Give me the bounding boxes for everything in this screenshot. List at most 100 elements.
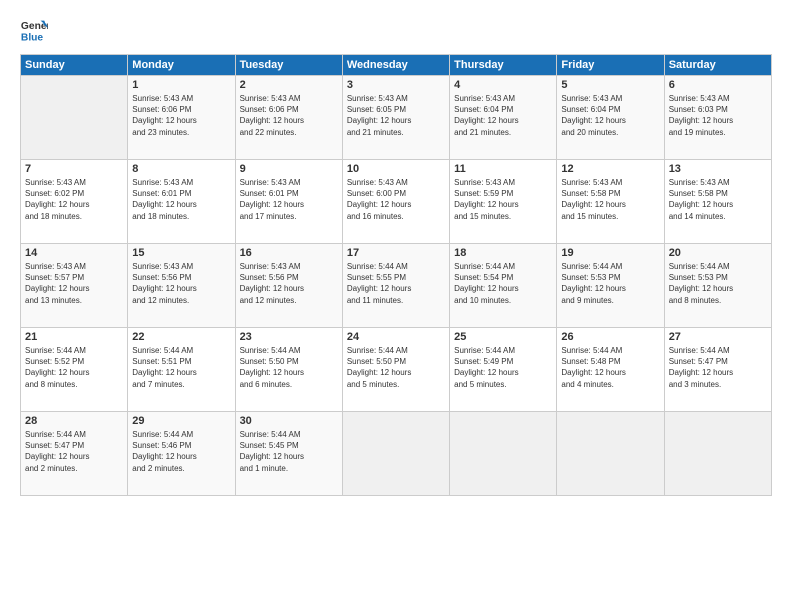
day-cell: 17 Sunrise: 5:44 AM Sunset: 5:55 PM Dayli… (342, 244, 449, 328)
day-cell (342, 412, 449, 496)
day-number: 12 (561, 163, 659, 175)
day-info: Sunrise: 5:44 AM Sunset: 5:47 PM Dayligh… (25, 429, 123, 474)
day-cell: 23Sunrise: 5:44 AM Sunset: 5:50 PM Dayli… (235, 328, 342, 412)
day-info: Sunrise: 5:44 AM Sunset: 5:45 PM Dayligh… (240, 429, 338, 474)
day-cell: 6 Sunrise: 5:43 AM Sunset: 6:03 PM Daylig… (664, 76, 771, 160)
day-number: 17 (347, 247, 445, 259)
day-cell: 2Sunrise: 5:43 AM Sunset: 6:06 PM Daylig… (235, 76, 342, 160)
day-cell: 18Sunrise: 5:44 AM Sunset: 5:54 PM Dayli… (450, 244, 557, 328)
day-number: 26 (561, 331, 659, 343)
logo: General Blue (20, 16, 50, 44)
day-cell: 19 Sunrise: 5:44 AM Sunset: 5:53 PM Dayli… (557, 244, 664, 328)
day-cell (664, 412, 771, 496)
day-info: Sunrise: 5:43 AM Sunset: 6:06 PM Dayligh… (132, 93, 230, 138)
day-number: 13 (669, 163, 767, 175)
day-info: Sunrise: 5:44 AM Sunset: 5:53 PM Dayligh… (669, 261, 767, 306)
day-cell: 30 Sunrise: 5:44 AM Sunset: 5:45 PM Dayli… (235, 412, 342, 496)
day-number: 21 (25, 331, 123, 343)
day-number: 14 (25, 247, 123, 259)
week-row-5: 28 Sunrise: 5:44 AM Sunset: 5:47 PM Dayli… (21, 412, 772, 496)
day-info: Sunrise: 5:44 AM Sunset: 5:48 PM Dayligh… (561, 345, 659, 390)
day-cell: 12 Sunrise: 5:43 AM Sunset: 5:58 PM Dayli… (557, 160, 664, 244)
day-info: Sunrise: 5:44 AM Sunset: 5:51 PM Dayligh… (132, 345, 230, 390)
day-cell: 1 Sunrise: 5:43 AM Sunset: 6:06 PM Daylig… (128, 76, 235, 160)
day-cell: 8 Sunrise: 5:43 AM Sunset: 6:01 PM Daylig… (128, 160, 235, 244)
day-number: 1 (132, 79, 230, 91)
page: General Blue SundayMondayTuesdayWednesda… (0, 0, 792, 612)
day-number: 3 (347, 79, 445, 91)
day-info: Sunrise: 5:43 AM Sunset: 6:03 PM Dayligh… (669, 93, 767, 138)
day-info: Sunrise: 5:44 AM Sunset: 5:49 PM Dayligh… (454, 345, 552, 390)
day-number: 7 (25, 163, 123, 175)
day-number: 19 (561, 247, 659, 259)
day-number: 4 (454, 79, 552, 91)
week-row-2: 7 Sunrise: 5:43 AM Sunset: 6:02 PM Daylig… (21, 160, 772, 244)
day-info: Sunrise: 5:43 AM Sunset: 6:01 PM Dayligh… (132, 177, 230, 222)
day-cell: 4 Sunrise: 5:43 AM Sunset: 6:04 PM Daylig… (450, 76, 557, 160)
header-row: SundayMondayTuesdayWednesdayThursdayFrid… (21, 55, 772, 76)
header-cell-wednesday: Wednesday (342, 55, 449, 76)
day-cell: 14 Sunrise: 5:43 AM Sunset: 5:57 PM Dayli… (21, 244, 128, 328)
header: General Blue (20, 16, 772, 44)
calendar-table: SundayMondayTuesdayWednesdayThursdayFrid… (20, 54, 772, 496)
day-cell: 27Sunrise: 5:44 AM Sunset: 5:47 PM Dayli… (664, 328, 771, 412)
logo-icon: General Blue (20, 16, 48, 44)
day-info: Sunrise: 5:43 AM Sunset: 5:58 PM Dayligh… (561, 177, 659, 222)
day-cell: 29 Sunrise: 5:44 AM Sunset: 5:46 PM Dayli… (128, 412, 235, 496)
day-info: Sunrise: 5:44 AM Sunset: 5:47 PM Dayligh… (669, 345, 767, 390)
header-cell-sunday: Sunday (21, 55, 128, 76)
day-info: Sunrise: 5:44 AM Sunset: 5:46 PM Dayligh… (132, 429, 230, 474)
week-row-3: 14 Sunrise: 5:43 AM Sunset: 5:57 PM Dayli… (21, 244, 772, 328)
day-cell: 24 Sunrise: 5:44 AM Sunset: 5:50 PM Dayli… (342, 328, 449, 412)
day-info: Sunrise: 5:43 AM Sunset: 6:04 PM Dayligh… (454, 93, 552, 138)
day-cell: 28 Sunrise: 5:44 AM Sunset: 5:47 PM Dayli… (21, 412, 128, 496)
day-number: 25 (454, 331, 552, 343)
day-info: Sunrise: 5:43 AM Sunset: 6:06 PM Dayligh… (240, 93, 338, 138)
day-info: Sunrise: 5:43 AM Sunset: 6:04 PM Dayligh… (561, 93, 659, 138)
day-cell: 10Sunrise: 5:43 AM Sunset: 6:00 PM Dayli… (342, 160, 449, 244)
day-info: Sunrise: 5:43 AM Sunset: 5:57 PM Dayligh… (25, 261, 123, 306)
day-info: Sunrise: 5:43 AM Sunset: 5:58 PM Dayligh… (669, 177, 767, 222)
day-info: Sunrise: 5:43 AM Sunset: 6:00 PM Dayligh… (347, 177, 445, 222)
day-info: Sunrise: 5:43 AM Sunset: 5:56 PM Dayligh… (132, 261, 230, 306)
day-number: 28 (25, 415, 123, 427)
day-info: Sunrise: 5:43 AM Sunset: 5:56 PM Dayligh… (240, 261, 338, 306)
svg-text:Blue: Blue (21, 32, 44, 43)
day-number: 16 (240, 247, 338, 259)
day-cell: 20 Sunrise: 5:44 AM Sunset: 5:53 PM Dayli… (664, 244, 771, 328)
week-row-4: 21 Sunrise: 5:44 AM Sunset: 5:52 PM Dayli… (21, 328, 772, 412)
day-cell: 26 Sunrise: 5:44 AM Sunset: 5:48 PM Dayli… (557, 328, 664, 412)
day-number: 6 (669, 79, 767, 91)
day-cell: 11Sunrise: 5:43 AM Sunset: 5:59 PM Dayli… (450, 160, 557, 244)
day-info: Sunrise: 5:44 AM Sunset: 5:52 PM Dayligh… (25, 345, 123, 390)
day-info: Sunrise: 5:44 AM Sunset: 5:50 PM Dayligh… (347, 345, 445, 390)
day-number: 15 (132, 247, 230, 259)
day-cell (450, 412, 557, 496)
day-info: Sunrise: 5:43 AM Sunset: 6:02 PM Dayligh… (25, 177, 123, 222)
day-number: 8 (132, 163, 230, 175)
day-cell: 5Sunrise: 5:43 AM Sunset: 6:04 PM Daylig… (557, 76, 664, 160)
day-info: Sunrise: 5:44 AM Sunset: 5:54 PM Dayligh… (454, 261, 552, 306)
day-cell: 3 Sunrise: 5:43 AM Sunset: 6:05 PM Daylig… (342, 76, 449, 160)
day-info: Sunrise: 5:44 AM Sunset: 5:50 PM Dayligh… (240, 345, 338, 390)
day-cell: 7 Sunrise: 5:43 AM Sunset: 6:02 PM Daylig… (21, 160, 128, 244)
day-number: 9 (240, 163, 338, 175)
day-cell: 15 Sunrise: 5:43 AM Sunset: 5:56 PM Dayli… (128, 244, 235, 328)
day-number: 30 (240, 415, 338, 427)
day-number: 24 (347, 331, 445, 343)
day-cell: 13 Sunrise: 5:43 AM Sunset: 5:58 PM Dayli… (664, 160, 771, 244)
day-number: 20 (669, 247, 767, 259)
header-cell-friday: Friday (557, 55, 664, 76)
day-info: Sunrise: 5:44 AM Sunset: 5:53 PM Dayligh… (561, 261, 659, 306)
day-number: 22 (132, 331, 230, 343)
header-cell-saturday: Saturday (664, 55, 771, 76)
day-info: Sunrise: 5:43 AM Sunset: 6:01 PM Dayligh… (240, 177, 338, 222)
day-number: 29 (132, 415, 230, 427)
day-info: Sunrise: 5:43 AM Sunset: 5:59 PM Dayligh… (454, 177, 552, 222)
day-info: Sunrise: 5:43 AM Sunset: 6:05 PM Dayligh… (347, 93, 445, 138)
day-cell: 25 Sunrise: 5:44 AM Sunset: 5:49 PM Dayli… (450, 328, 557, 412)
day-info: Sunrise: 5:44 AM Sunset: 5:55 PM Dayligh… (347, 261, 445, 306)
day-cell: 9 Sunrise: 5:43 AM Sunset: 6:01 PM Daylig… (235, 160, 342, 244)
day-cell: 22 Sunrise: 5:44 AM Sunset: 5:51 PM Dayli… (128, 328, 235, 412)
day-cell: 21 Sunrise: 5:44 AM Sunset: 5:52 PM Dayli… (21, 328, 128, 412)
